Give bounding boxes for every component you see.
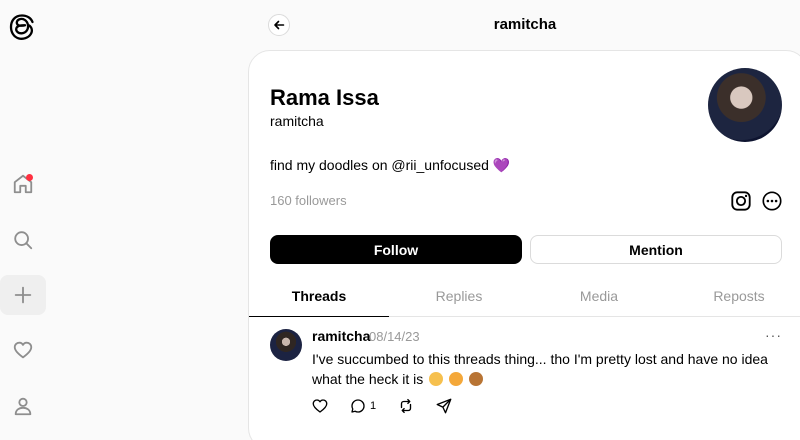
profile-avatar[interactable]	[708, 68, 782, 142]
profile-card: Rama Issa ramitcha find my doodles on @r…	[248, 50, 800, 440]
search-icon	[14, 231, 33, 250]
page-title: ramitcha	[493, 16, 557, 33]
notification-dot	[26, 174, 33, 181]
plus-icon	[14, 286, 32, 304]
profile-name: Rama Issa	[270, 85, 379, 110]
like-button[interactable]	[311, 397, 329, 415]
mention-button[interactable]: Mention	[530, 235, 782, 264]
share-icon	[436, 398, 452, 414]
post-avatar[interactable]	[270, 329, 302, 361]
post-username[interactable]: ramitcha	[312, 328, 370, 344]
nav-profile-button[interactable]	[0, 386, 46, 426]
post-text: I've succumbed to this threads thing... …	[312, 349, 782, 389]
left-nav-rail	[0, 0, 48, 440]
repost-button[interactable]	[397, 397, 415, 415]
comment-button[interactable]: 1	[349, 397, 376, 415]
tab-reposts[interactable]: Reposts	[669, 281, 800, 316]
like-icon	[312, 399, 328, 413]
post-body: I've succumbed to this threads thing... …	[312, 351, 768, 387]
bio-text: find my doodles on @rii_unfocused	[270, 157, 489, 173]
follow-button[interactable]: Follow	[270, 235, 522, 264]
profile-handle: ramitcha	[270, 113, 324, 129]
share-button[interactable]	[435, 397, 453, 415]
post-date: 08/14/23	[369, 329, 420, 344]
emoji-3	[468, 372, 483, 386]
tab-threads[interactable]: Threads	[249, 281, 389, 317]
emoji-1	[429, 372, 444, 386]
purple-heart-emoji: 💜	[492, 157, 511, 173]
repost-icon	[400, 398, 412, 414]
followers-count[interactable]: 160 followers	[270, 193, 347, 208]
reply-count: 1	[370, 400, 377, 412]
heart-icon	[13, 341, 33, 359]
post-more-button[interactable]: ···	[765, 327, 782, 343]
arrow-left-icon	[274, 20, 285, 30]
instagram-icon[interactable]	[730, 190, 752, 212]
comment-icon	[351, 399, 365, 413]
more-circle-icon[interactable]	[761, 190, 783, 212]
nav-search-button[interactable]	[0, 220, 46, 260]
back-button[interactable]	[268, 14, 290, 36]
nav-home-button[interactable]	[0, 164, 46, 204]
nav-create-button[interactable]	[0, 275, 46, 315]
profile-bio: find my doodles on @rii_unfocused 💜	[270, 157, 510, 174]
profile-icon	[14, 397, 32, 416]
emoji-2	[449, 372, 464, 386]
nav-activity-button[interactable]	[0, 330, 46, 370]
threads-logo-icon[interactable]	[8, 12, 36, 42]
tab-media[interactable]: Media	[529, 281, 669, 316]
tab-replies[interactable]: Replies	[389, 281, 529, 316]
profile-tabs: Threads Replies Media Reposts	[249, 281, 800, 317]
